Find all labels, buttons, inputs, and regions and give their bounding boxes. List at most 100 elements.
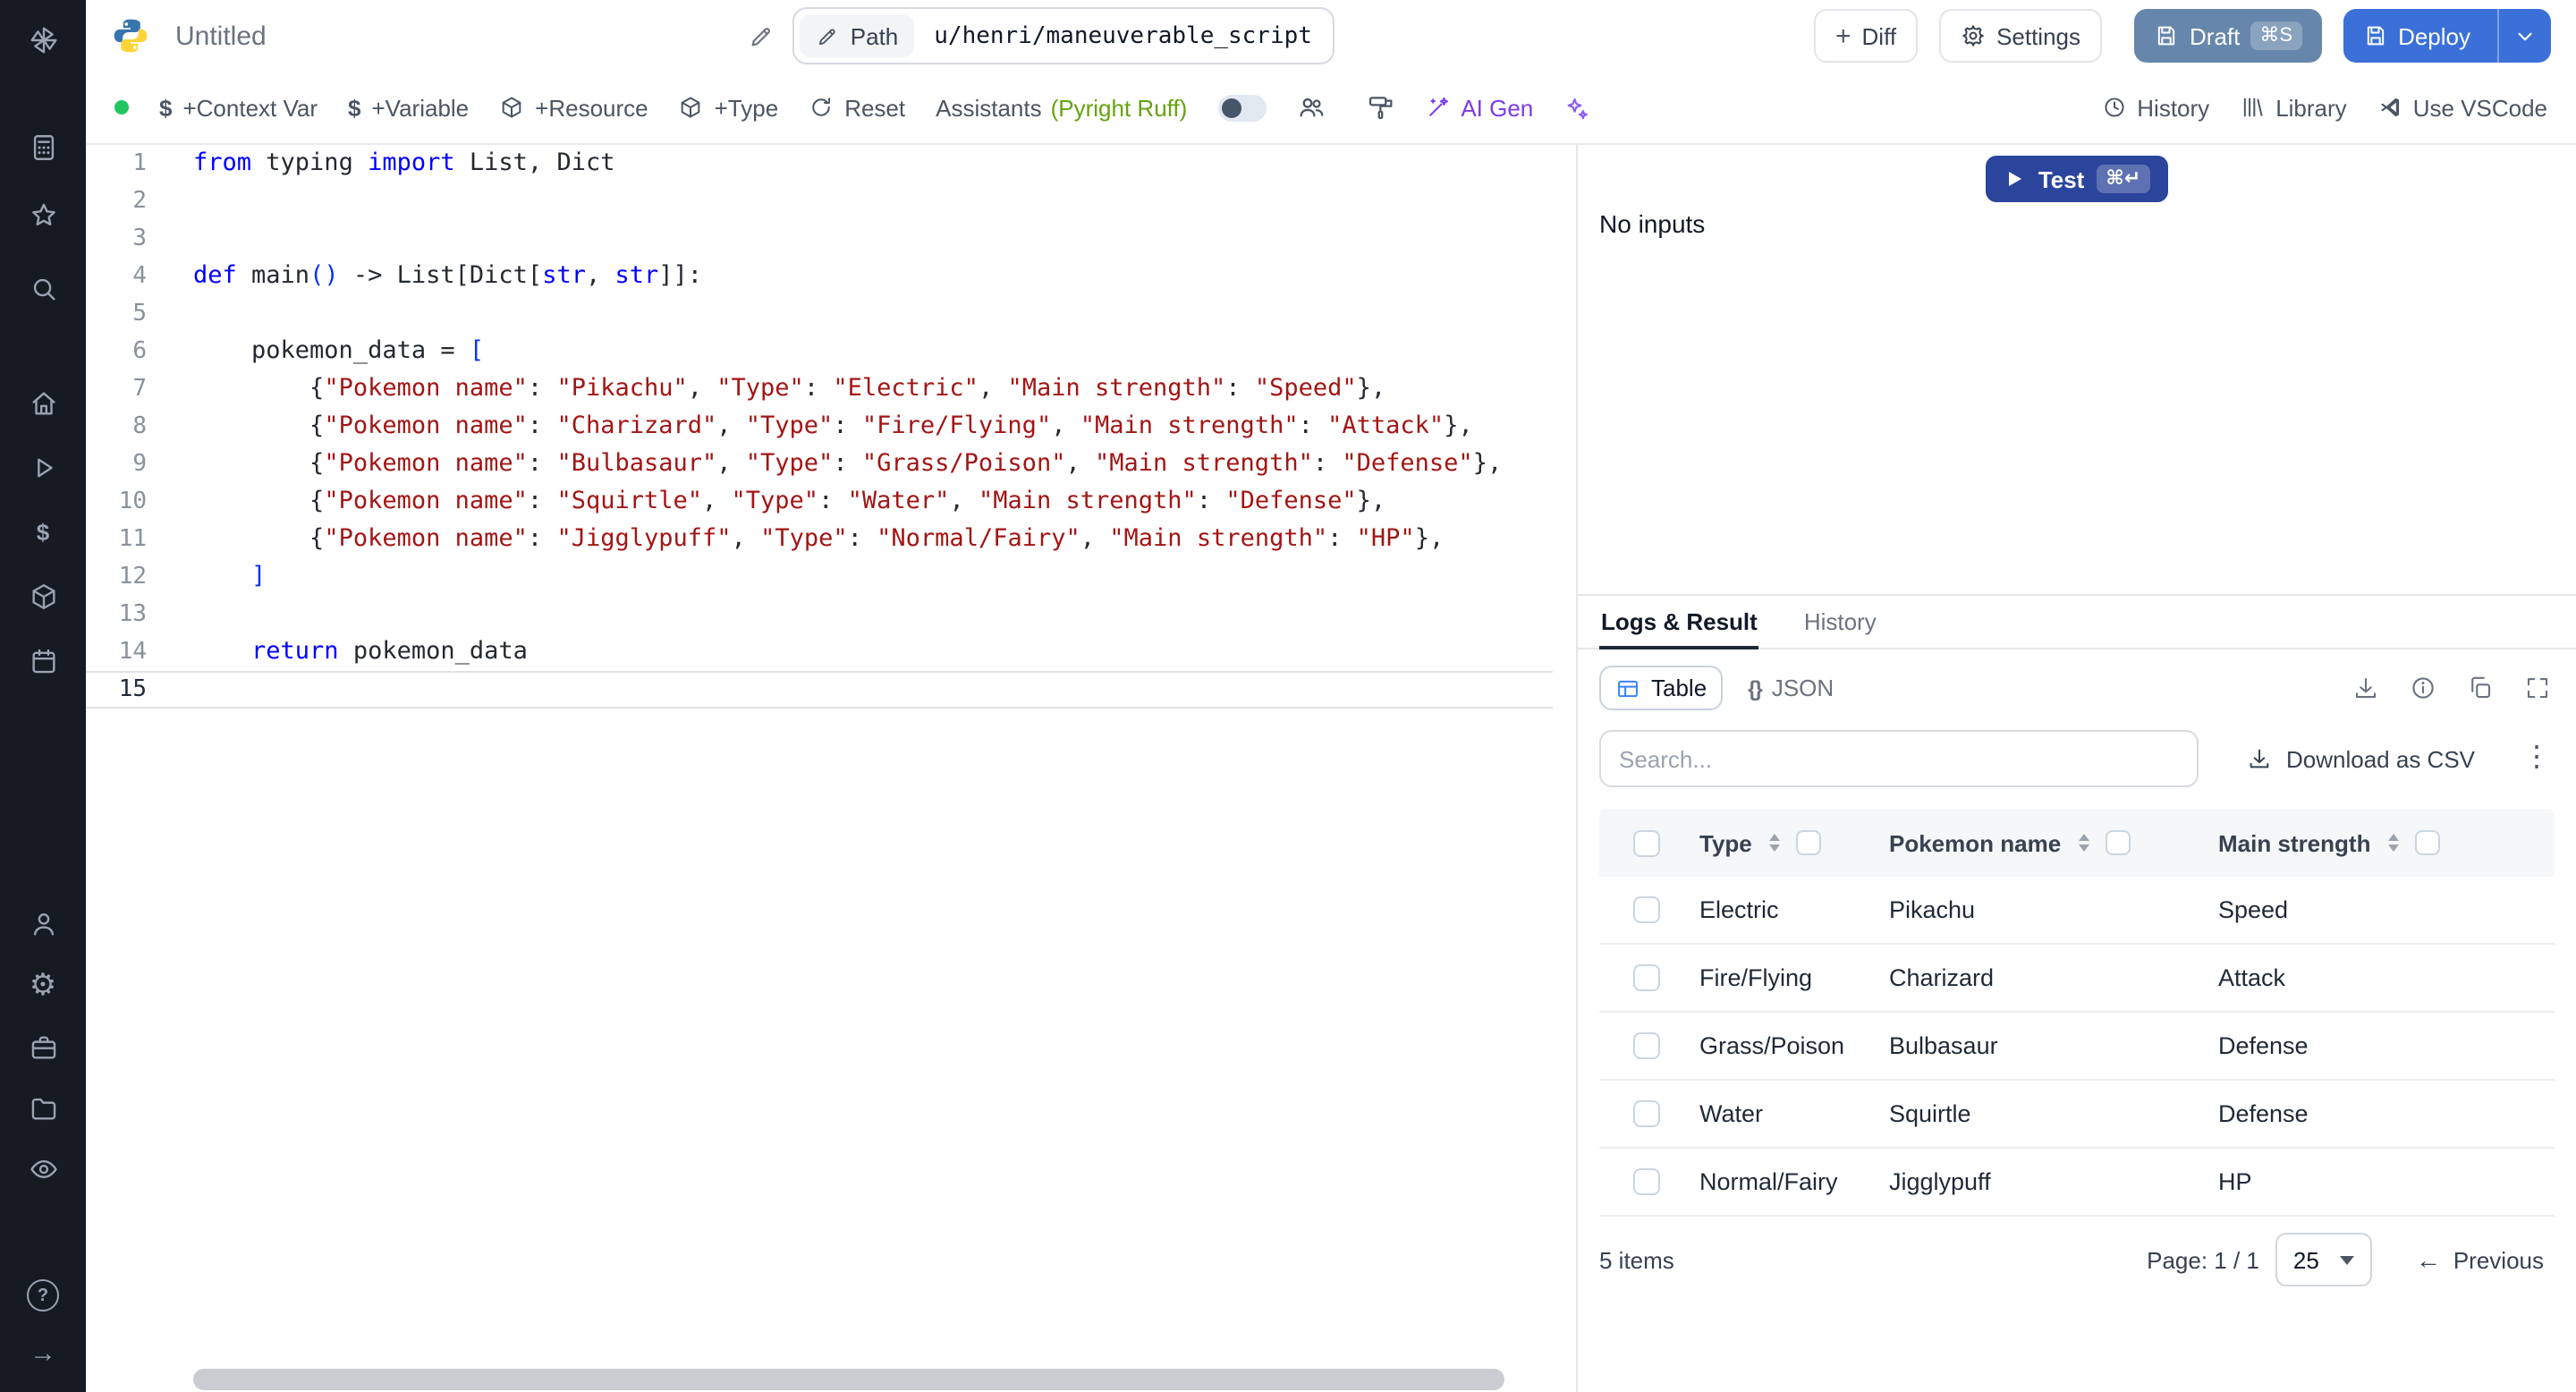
reset-button[interactable]: Reset (809, 94, 905, 121)
code-line[interactable]: 13 (86, 596, 1553, 633)
table-cell: Grass/Poison (1699, 1032, 1845, 1059)
tab-history[interactable]: History (1781, 596, 1900, 648)
row-checkbox[interactable] (1632, 896, 1659, 923)
code-line[interactable]: 15 (86, 671, 1553, 709)
row-checkbox[interactable] (1632, 1168, 1659, 1195)
select-all-checkbox[interactable] (1632, 829, 1659, 856)
add-type-button[interactable]: +Type (679, 94, 778, 121)
users-icon[interactable] (1296, 93, 1325, 122)
ai-gen-button[interactable]: AI Gen (1425, 94, 1533, 121)
draft-button[interactable]: Draft ⌘S (2134, 9, 2322, 63)
info-icon[interactable] (2406, 671, 2440, 705)
column-checkbox[interactable] (1796, 830, 1822, 855)
assistants-toggle[interactable] (1217, 94, 1267, 121)
line-number: 11 (118, 526, 147, 553)
table-row[interactable]: Electric Pikachu Speed (1599, 877, 2555, 945)
expand-sidebar-icon[interactable]: → (0, 1337, 86, 1369)
sparkles-icon[interactable] (1563, 94, 1590, 121)
variables-icon[interactable]: $ (0, 515, 86, 547)
column-checkbox[interactable] (2415, 830, 2441, 855)
deploy-button[interactable]: Deploy (2343, 9, 2551, 63)
code-line[interactable]: 7 {"Pokemon name": "Pikachu", "Type": "E… (86, 370, 1553, 408)
folders-icon[interactable] (0, 1091, 86, 1124)
column-header-pokemon-name[interactable]: Pokemon name (1889, 829, 2061, 856)
table-cell: Jigglypuff (1889, 1168, 1991, 1195)
dollar-icon: $ (348, 94, 361, 121)
workers-icon[interactable] (0, 1031, 86, 1063)
search-icon[interactable] (0, 272, 86, 304)
vscode-button[interactable]: Use VSCode (2377, 94, 2547, 121)
sort-icon[interactable] (2388, 834, 2400, 852)
panel-splitter[interactable] (1553, 145, 1578, 1392)
column-header-main-strength[interactable]: Main strength (2218, 829, 2370, 856)
table-row[interactable]: Normal/Fairy Jigglypuff HP (1599, 1149, 2555, 1217)
scrollbar-thumb[interactable] (193, 1369, 1504, 1390)
edit-summary-pencil-icon[interactable] (745, 19, 779, 53)
deploy-dropdown[interactable] (2497, 9, 2551, 63)
settings-gear-icon[interactable]: ⚙ (0, 968, 86, 1000)
star-icon[interactable] (0, 199, 86, 231)
search-input[interactable] (1599, 730, 2199, 787)
code-line[interactable]: 12 ] (86, 558, 1553, 596)
page-size-select[interactable]: 25 (2275, 1233, 2373, 1286)
code-line[interactable]: 8 {"Pokemon name": "Charizard", "Type": … (86, 408, 1553, 446)
code-line[interactable]: 6 pokemon_data = [ (86, 333, 1553, 370)
runs-icon[interactable] (0, 451, 86, 483)
add-variable-button[interactable]: $ +Variable (348, 94, 469, 121)
table-row[interactable]: Fire/Flying Charizard Attack (1599, 945, 2555, 1013)
expand-result-icon[interactable] (2521, 671, 2555, 705)
code-line[interactable]: 2 (86, 182, 1553, 220)
download-csv-button[interactable]: Download as CSV (2236, 743, 2486, 774)
download-result-icon[interactable] (2349, 671, 2383, 705)
chevron-down-icon (2340, 1255, 2355, 1264)
settings-button[interactable]: Settings (1939, 9, 2103, 63)
kebab-menu-icon[interactable]: ⋮ (2519, 743, 2555, 773)
windmill-logo-icon[interactable] (0, 18, 86, 61)
apps-icon[interactable] (0, 131, 86, 163)
code-line[interactable]: 11 {"Pokemon name": "Jigglypuff", "Type"… (86, 521, 1553, 558)
horizontal-scrollbar[interactable] (86, 1367, 1553, 1392)
code-line[interactable]: 3 (86, 220, 1553, 258)
history-button[interactable]: History (2101, 94, 2209, 121)
sort-icon[interactable] (1769, 834, 1781, 852)
table-cell: Pikachu (1889, 896, 1976, 923)
add-resource-button[interactable]: +Resource (499, 94, 648, 121)
code-line[interactable]: 14 return pokemon_data (86, 633, 1553, 671)
column-checkbox[interactable] (2106, 830, 2131, 855)
code-editor[interactable]: 1 from typing import List, Dict 2 3 4 def mai… (86, 145, 1553, 1392)
schedules-icon[interactable] (0, 644, 86, 676)
copy-result-icon[interactable] (2463, 671, 2497, 705)
home-icon[interactable] (0, 386, 86, 419)
test-button[interactable]: Test ⌘↵ (1986, 156, 2168, 202)
library-button[interactable]: Library (2240, 94, 2347, 121)
code-line[interactable]: 4 def main() -> List[Dict[str, str]]: (86, 258, 1553, 295)
code-line[interactable]: 10 {"Pokemon name": "Squirtle", "Type": … (86, 483, 1553, 521)
row-checkbox[interactable] (1632, 1032, 1659, 1059)
sort-icon[interactable] (2079, 834, 2090, 852)
code-line[interactable]: 5 (86, 295, 1553, 333)
app-window: $ ⚙ ? → Untitled Path u/henri/maneuverab… (0, 0, 2576, 1392)
previous-page-button[interactable]: ← Previous (2405, 1244, 2555, 1275)
row-checkbox[interactable] (1632, 964, 1659, 991)
code-line[interactable]: 1 from typing import List, Dict (86, 145, 1553, 182)
view-table-button[interactable]: Table (1599, 666, 1724, 710)
table-header: Type Pokemon name Main strength (1599, 809, 2555, 877)
line-number: 1 (132, 150, 147, 177)
table-row[interactable]: Grass/Poison Bulbasaur Defense (1599, 1013, 2555, 1081)
play-icon (2009, 172, 2022, 186)
resources-icon[interactable] (0, 580, 86, 612)
path-chip[interactable]: Path (800, 14, 915, 57)
table-row[interactable]: Water Squirtle Defense (1599, 1081, 2555, 1149)
add-context-var-button[interactable]: $ +Context Var (159, 94, 318, 121)
format-paint-icon[interactable] (1366, 93, 1394, 122)
column-header-type[interactable]: Type (1699, 829, 1752, 856)
view-json-button[interactable]: {} JSON (1733, 667, 1848, 709)
diff-button[interactable]: + Diff (1814, 9, 1919, 63)
tab-logs-result[interactable]: Logs & Result (1578, 596, 1781, 649)
help-icon[interactable]: ? (0, 1279, 86, 1311)
user-icon[interactable] (0, 907, 86, 939)
audit-eye-icon[interactable] (0, 1152, 86, 1184)
path-editor[interactable]: Path u/henri/maneuverable_script (792, 7, 1335, 64)
code-line[interactable]: 9 {"Pokemon name": "Bulbasaur", "Type": … (86, 446, 1553, 483)
row-checkbox[interactable] (1632, 1100, 1659, 1127)
